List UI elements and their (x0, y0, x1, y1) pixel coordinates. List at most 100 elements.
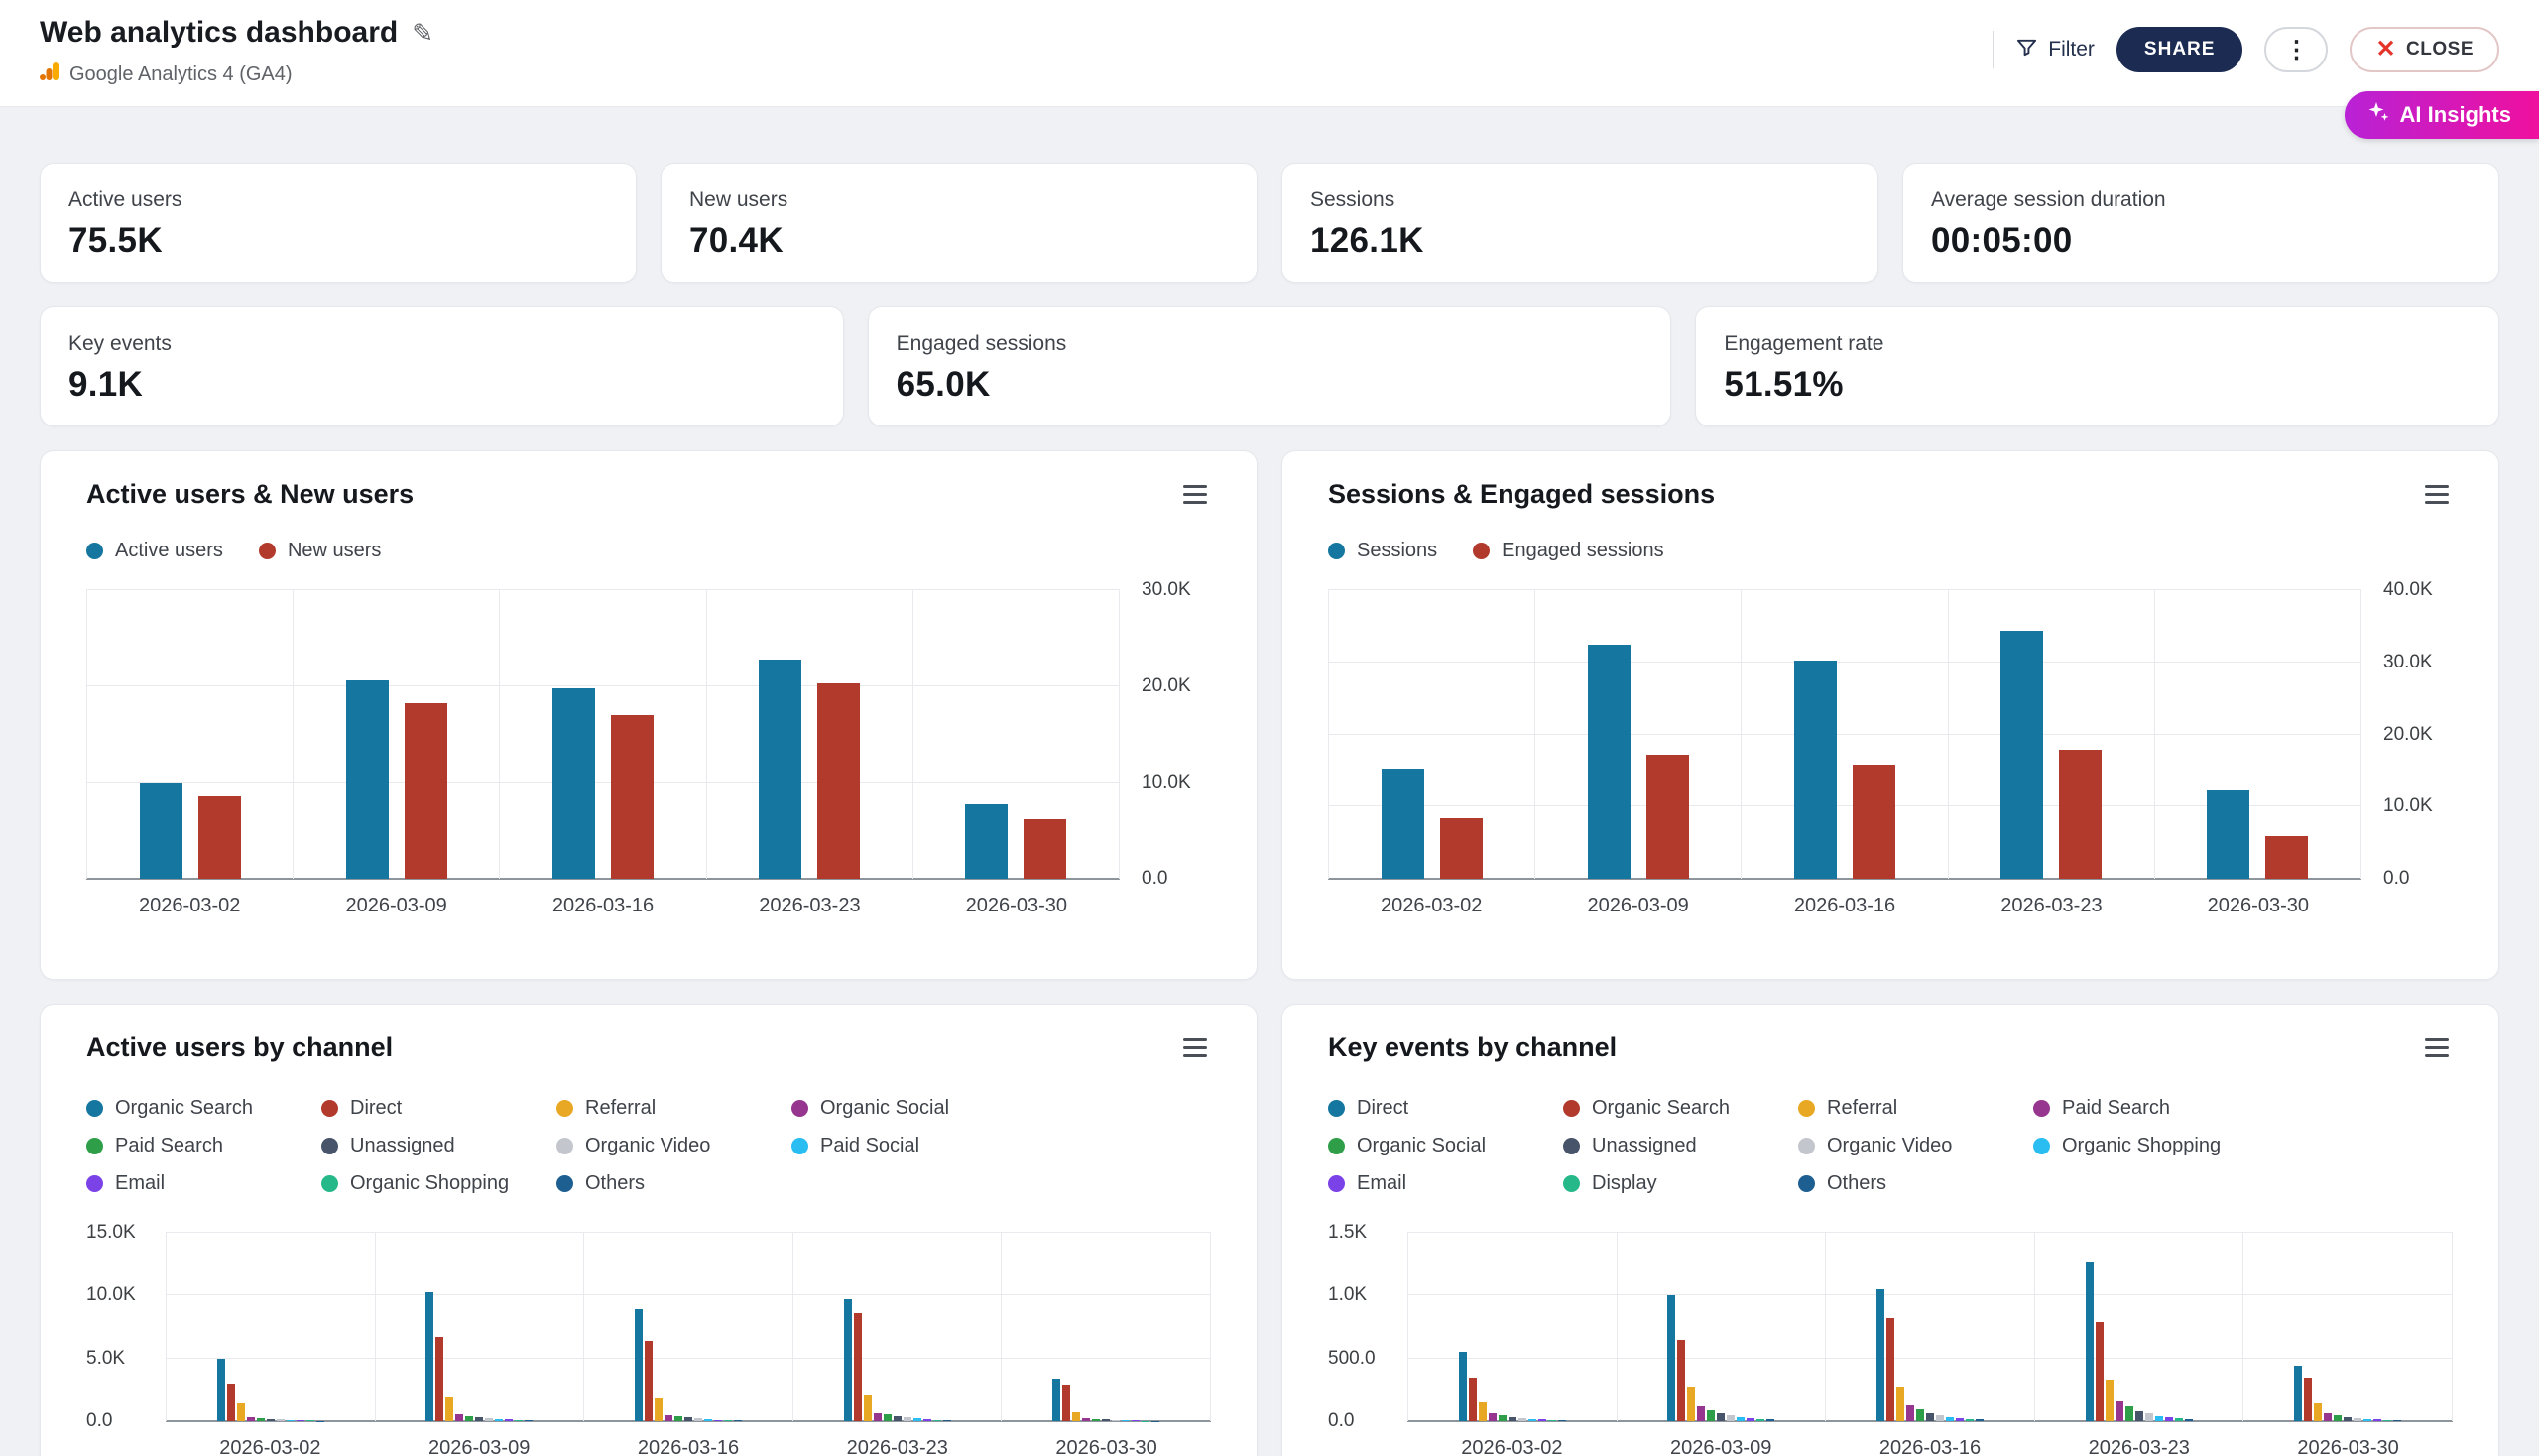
bar[interactable] (1737, 1417, 1745, 1421)
bar[interactable] (198, 796, 241, 879)
bar[interactable] (913, 1418, 921, 1421)
legend-item[interactable]: Email (86, 1172, 321, 1195)
bar[interactable] (1926, 1413, 1934, 1421)
edit-icon[interactable]: ✎ (412, 18, 433, 49)
close-button[interactable]: ✕ CLOSE (2350, 27, 2499, 72)
bar[interactable] (1440, 818, 1483, 879)
bar[interactable] (724, 1420, 732, 1421)
bar[interactable] (2175, 1418, 2183, 1421)
bar[interactable] (465, 1416, 473, 1421)
bar[interactable] (635, 1309, 643, 1421)
bar[interactable] (1717, 1413, 1725, 1421)
bar[interactable] (933, 1420, 941, 1421)
bar[interactable] (1687, 1387, 1695, 1421)
bar[interactable] (655, 1398, 663, 1421)
bar[interactable] (267, 1419, 275, 1421)
bar[interactable] (817, 683, 860, 879)
bar[interactable] (2393, 1420, 2401, 1421)
bar[interactable] (1518, 1418, 1526, 1421)
bar[interactable] (844, 1299, 852, 1421)
bar[interactable] (1916, 1409, 1924, 1421)
legend-item[interactable]: Organic Search (86, 1097, 321, 1120)
bar[interactable] (694, 1418, 702, 1421)
bar[interactable] (247, 1417, 255, 1421)
bar[interactable] (1082, 1418, 1090, 1421)
bar[interactable] (140, 783, 182, 879)
bar[interactable] (257, 1418, 265, 1421)
bar[interactable] (684, 1417, 692, 1421)
bar[interactable] (1112, 1420, 1120, 1421)
bar[interactable] (425, 1292, 433, 1421)
bar[interactable] (525, 1420, 533, 1421)
legend-item[interactable]: Paid Search (86, 1135, 321, 1157)
bar[interactable] (2334, 1415, 2342, 1421)
ai-insights-button[interactable]: AI Insights (2345, 91, 2539, 139)
bar[interactable] (2116, 1401, 2123, 1421)
legend-item[interactable]: Display (1563, 1172, 1798, 1195)
bar[interactable] (1132, 1420, 1140, 1421)
bar[interactable] (2344, 1417, 2352, 1421)
chart-menu-icon[interactable] (1179, 1034, 1211, 1061)
bar[interactable] (1677, 1340, 1685, 1421)
bar[interactable] (2185, 1419, 2193, 1421)
bar[interactable] (665, 1415, 672, 1421)
bar[interactable] (515, 1420, 523, 1421)
bar[interactable] (485, 1418, 493, 1421)
bar[interactable] (1459, 1352, 1467, 1421)
bar[interactable] (1697, 1406, 1705, 1421)
legend-item[interactable]: Referral (1798, 1097, 2033, 1120)
bar[interactable] (2145, 1413, 2153, 1421)
legend-item[interactable]: Direct (321, 1097, 556, 1120)
bar[interactable] (1102, 1419, 1110, 1421)
bar[interactable] (2135, 1411, 2143, 1421)
bar[interactable] (2363, 1419, 2371, 1421)
legend-item[interactable]: Unassigned (321, 1135, 556, 1157)
bar[interactable] (894, 1416, 902, 1421)
bar[interactable] (1794, 661, 1837, 879)
bar[interactable] (1469, 1378, 1477, 1421)
bar[interactable] (1538, 1419, 1546, 1421)
bar[interactable] (704, 1419, 712, 1421)
bar[interactable] (2125, 1406, 2133, 1421)
bar[interactable] (1946, 1417, 1954, 1421)
legend-item[interactable]: Engaged sessions (1473, 540, 1663, 562)
bar[interactable] (1646, 755, 1689, 879)
chart-menu-icon[interactable] (1179, 481, 1211, 508)
bar[interactable] (943, 1420, 951, 1421)
legend-item[interactable]: Others (1798, 1172, 2033, 1195)
legend-item[interactable]: New users (259, 540, 381, 562)
bar[interactable] (1766, 1419, 1774, 1421)
bar[interactable] (1876, 1289, 1884, 1421)
bar[interactable] (227, 1384, 235, 1421)
chart-menu-icon[interactable] (2421, 481, 2453, 508)
bar[interactable] (1707, 1410, 1715, 1421)
legend-item[interactable]: Paid Search (2033, 1097, 2268, 1120)
bar[interactable] (874, 1413, 882, 1421)
bar[interactable] (1936, 1415, 1944, 1421)
bar[interactable] (1906, 1405, 1914, 1421)
bar[interactable] (2265, 836, 2308, 879)
bar[interactable] (1024, 819, 1066, 879)
bar[interactable] (405, 703, 447, 879)
bar[interactable] (1966, 1419, 1974, 1421)
bar[interactable] (1896, 1387, 1904, 1421)
bar[interactable] (287, 1420, 295, 1421)
bar[interactable] (864, 1395, 872, 1421)
legend-item[interactable]: Organic Search (1563, 1097, 1798, 1120)
bar[interactable] (1727, 1415, 1735, 1421)
bar[interactable] (495, 1419, 503, 1421)
bar[interactable] (2324, 1413, 2332, 1421)
bar[interactable] (2373, 1419, 2381, 1421)
bar[interactable] (714, 1420, 722, 1421)
bar[interactable] (435, 1337, 443, 1421)
legend-item[interactable]: Unassigned (1563, 1135, 1798, 1157)
bar[interactable] (2106, 1380, 2114, 1421)
bar[interactable] (277, 1419, 285, 1421)
share-button[interactable]: SHARE (2116, 27, 2243, 72)
legend-item[interactable]: Others (556, 1172, 791, 1195)
legend-item[interactable]: Email (1328, 1172, 1563, 1195)
bar[interactable] (2059, 750, 2102, 879)
more-options-button[interactable]: ⋮ (2264, 27, 2328, 72)
bar[interactable] (1528, 1419, 1536, 1421)
bar[interactable] (475, 1417, 483, 1421)
